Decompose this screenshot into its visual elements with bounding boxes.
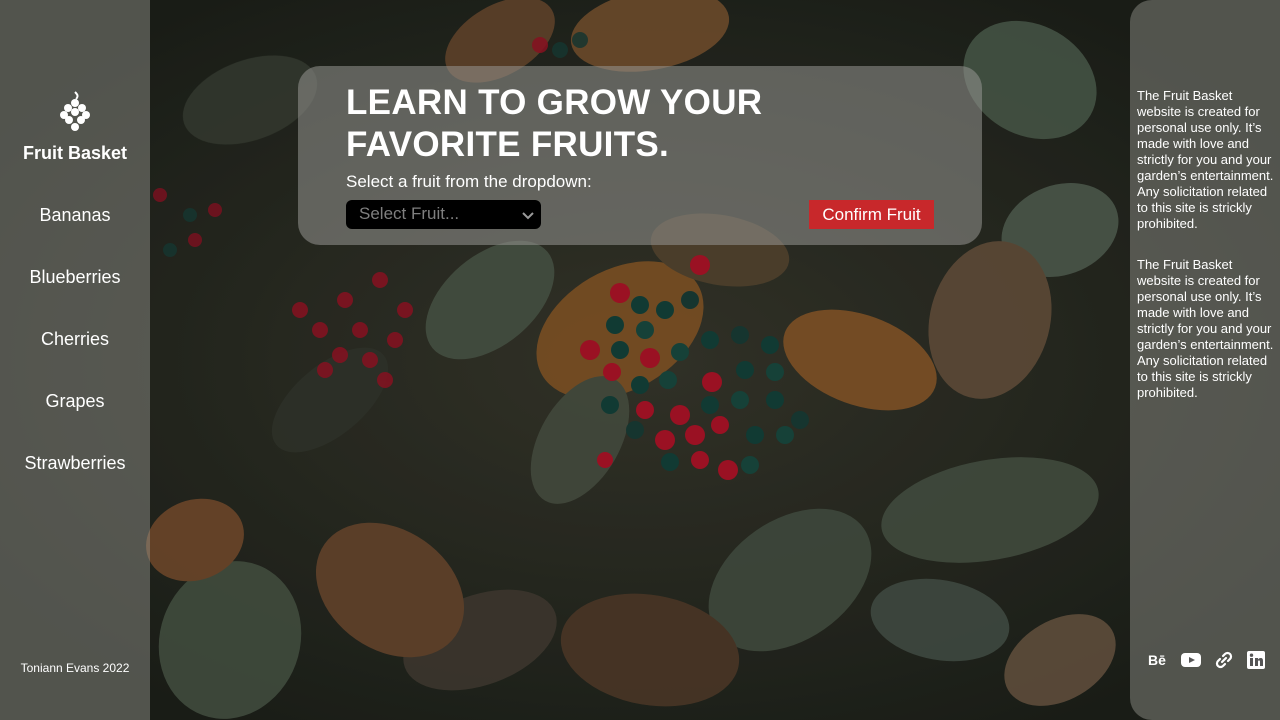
disclaimer-text: The Fruit Basket website is created for … [1137,88,1274,231]
nav-item-cherries[interactable]: Cherries [0,326,150,388]
copyright: Toniann Evans 2022 [20,661,130,675]
info-panel: The Fruit Basket website is created for … [1130,0,1280,720]
hero-card: LEARN TO GROW YOUR FAVORITE FRUITS. Sele… [298,66,982,245]
linkedin-icon[interactable] [1245,651,1267,669]
fruit-select-value: Select Fruit... [359,204,460,223]
disclaimer-text: The Fruit Basket website is created for … [1137,257,1274,400]
nav-item-grapes[interactable]: Grapes [0,388,150,450]
nav-item-strawberries[interactable]: Strawberries [0,450,150,512]
link-icon[interactable] [1213,651,1235,669]
brand-title[interactable]: Fruit Basket [0,143,150,164]
social-links: Bē [1148,651,1278,671]
sidebar: Fruit Basket Bananas Blueberries Cherrie… [0,0,150,720]
nav-item-bananas[interactable]: Bananas [0,202,150,264]
chevron-down-icon [522,212,534,220]
grapes-icon [60,91,90,131]
behance-icon[interactable]: Bē [1148,651,1170,669]
page-headline: LEARN TO GROW YOUR FAVORITE FRUITS. [346,83,763,164]
confirm-fruit-button[interactable]: Confirm Fruit [809,200,934,229]
fruit-nav: Bananas Blueberries Cherries Grapes Stra… [0,202,150,512]
fruit-select[interactable]: Select Fruit... [346,200,541,229]
youtube-icon[interactable] [1180,651,1202,669]
nav-item-blueberries[interactable]: Blueberries [0,264,150,326]
dropdown-prompt: Select a fruit from the dropdown: [346,172,592,191]
